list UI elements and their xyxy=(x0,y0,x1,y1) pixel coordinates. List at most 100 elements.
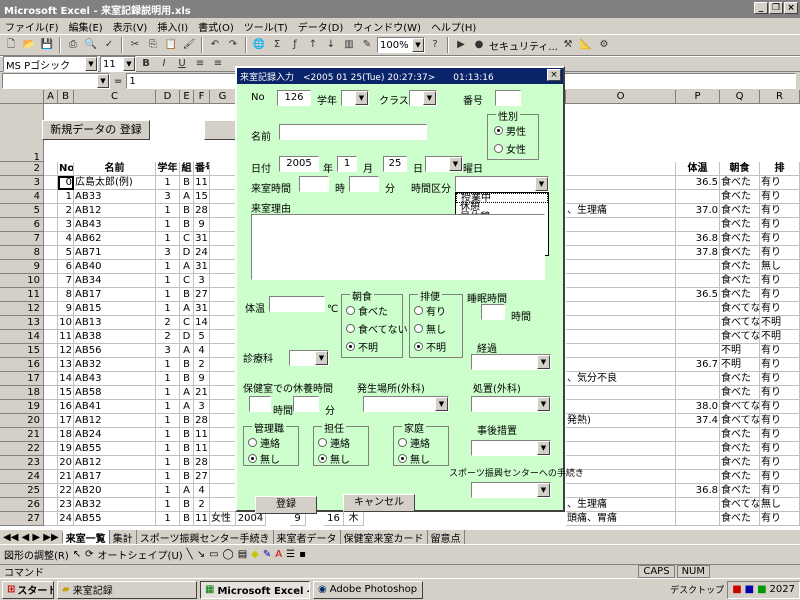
tab-active[interactable]: 来室一覧 xyxy=(62,529,110,545)
row-header[interactable]: 21 xyxy=(0,428,44,442)
cell-asa[interactable]: 食べた xyxy=(720,218,760,232)
cell-grade[interactable]: 1 xyxy=(156,386,180,400)
cell-name[interactable]: AB71 xyxy=(74,246,156,260)
row-header[interactable]: 25 xyxy=(0,484,44,498)
cell-no[interactable]: 7 xyxy=(58,274,74,288)
line-style-icon[interactable]: ☰ xyxy=(286,549,295,560)
cell-a[interactable] xyxy=(44,400,58,414)
sleep-field[interactable] xyxy=(481,304,505,320)
column-header[interactable]: F xyxy=(194,90,210,104)
temp-field[interactable] xyxy=(269,296,325,312)
cell-hai[interactable]: 有り xyxy=(760,176,800,190)
drawing-icon[interactable]: ✎ xyxy=(359,37,375,53)
cell-taion[interactable] xyxy=(676,302,720,316)
cell-kumi[interactable]: C xyxy=(180,316,194,330)
cell-a[interactable] xyxy=(44,484,58,498)
cell-grade[interactable]: 1 xyxy=(156,232,180,246)
line-color-icon[interactable]: ✎ xyxy=(263,549,271,560)
cell-taion[interactable]: 体温 xyxy=(676,162,720,176)
cell-a[interactable] xyxy=(44,316,58,330)
active-cell[interactable] xyxy=(58,176,74,190)
cell-o[interactable] xyxy=(566,358,676,372)
cell-g[interactable] xyxy=(210,344,236,358)
tannin-nashi-radio[interactable]: 無し xyxy=(318,451,350,466)
cell-kumi[interactable]: B xyxy=(180,288,194,302)
paste-icon[interactable]: 📋 xyxy=(163,37,179,53)
row-header[interactable]: 3 xyxy=(0,176,44,190)
cell-o[interactable]: 、生理痛 xyxy=(566,498,676,512)
cell-asa[interactable]: 食べてな xyxy=(720,302,760,316)
align-center-icon[interactable]: ≡ xyxy=(210,56,226,72)
cell-ban[interactable]: 11 xyxy=(194,428,210,442)
kanri-renraku-radio[interactable]: 連絡 xyxy=(248,435,280,450)
cell-kumi[interactable]: C xyxy=(180,274,194,288)
row-header[interactable]: 5 xyxy=(0,204,44,218)
cell-grade[interactable]: 1 xyxy=(156,442,180,456)
column-header[interactable]: O xyxy=(566,90,676,104)
place-select[interactable]: ▼ xyxy=(363,396,449,412)
textbox-icon[interactable]: ▤ xyxy=(238,549,247,560)
cell-g[interactable] xyxy=(210,162,236,176)
cell-asa[interactable]: 食べた xyxy=(720,512,760,526)
cell-ban[interactable]: 2 xyxy=(194,358,210,372)
cell-name[interactable]: AB40 xyxy=(74,260,156,274)
cell-g[interactable] xyxy=(210,358,236,372)
cell-grade[interactable]: 1 xyxy=(156,484,180,498)
cell-o[interactable] xyxy=(566,218,676,232)
cell-kumi[interactable]: B xyxy=(180,498,194,512)
cell-asa[interactable]: 食べた xyxy=(720,484,760,498)
cell-taion[interactable] xyxy=(676,512,720,526)
cell-name[interactable]: AB34 xyxy=(74,274,156,288)
cell-g[interactable] xyxy=(210,428,236,442)
cell-no[interactable]: 1 xyxy=(58,190,74,204)
meal-unknown-radio[interactable]: 不明 xyxy=(346,339,378,354)
cell-a[interactable] xyxy=(44,414,58,428)
number-field[interactable] xyxy=(495,90,521,106)
hyperlink-icon[interactable]: 🌐 xyxy=(251,37,267,53)
sort-desc-icon[interactable]: ↓ xyxy=(323,37,339,53)
cell-grade[interactable]: 2 xyxy=(156,316,180,330)
tab-5[interactable]: 留意点 xyxy=(428,529,465,545)
name-field[interactable] xyxy=(279,124,427,140)
cell-taion[interactable]: 38.0 xyxy=(676,400,720,414)
cell-a[interactable] xyxy=(44,358,58,372)
kubun-select[interactable]: ▼ xyxy=(455,176,549,192)
cell-name[interactable]: AB55 xyxy=(74,442,156,456)
cell-g[interactable] xyxy=(210,232,236,246)
cell-hai[interactable]: 有り xyxy=(760,414,800,428)
cell-no[interactable]: 3 xyxy=(58,218,74,232)
cell-hai[interactable]: 有り xyxy=(760,190,800,204)
cell-g[interactable] xyxy=(210,302,236,316)
cell-no[interactable]: 15 xyxy=(58,386,74,400)
tab-nav-icon[interactable]: ◀◀ ◀ ▶ ▶▶ xyxy=(0,531,63,543)
cell-g[interactable] xyxy=(210,484,236,498)
cell-no[interactable]: 14 xyxy=(58,372,74,386)
row-header[interactable]: 14 xyxy=(0,330,44,344)
cell-no[interactable]: 8 xyxy=(58,288,74,302)
cell-grade[interactable]: 1 xyxy=(156,512,180,526)
cell-taion[interactable] xyxy=(676,260,720,274)
cell-grade[interactable]: 1 xyxy=(156,358,180,372)
cell-asa[interactable]: 不明 xyxy=(720,344,760,358)
cell-asa[interactable]: 食べた xyxy=(720,470,760,484)
cell-taion[interactable]: 36.5 xyxy=(676,176,720,190)
cell-hai[interactable]: 無し xyxy=(760,498,800,512)
cell-asa[interactable]: 食べた xyxy=(720,456,760,470)
cell-g[interactable] xyxy=(210,414,236,428)
cell-asa[interactable]: 食べてな xyxy=(720,414,760,428)
cell-o[interactable] xyxy=(566,176,676,190)
cell-a[interactable] xyxy=(44,232,58,246)
row-header[interactable]: 11 xyxy=(0,288,44,302)
cell-grade[interactable]: 2 xyxy=(156,330,180,344)
cell-kumi[interactable]: B xyxy=(180,414,194,428)
cell-ban[interactable]: 4 xyxy=(194,344,210,358)
cell-g[interactable] xyxy=(210,260,236,274)
cell-taion[interactable] xyxy=(676,274,720,288)
cell-g[interactable] xyxy=(210,176,236,190)
cell-kumi[interactable]: A xyxy=(180,190,194,204)
cell-asa[interactable]: 食べた xyxy=(720,204,760,218)
cell-hai[interactable]: 有り xyxy=(760,400,800,414)
cell-o[interactable] xyxy=(566,428,676,442)
oval-icon[interactable]: ◯ xyxy=(223,549,234,560)
menu-item-8[interactable]: ヘルプ(H) xyxy=(428,19,479,34)
